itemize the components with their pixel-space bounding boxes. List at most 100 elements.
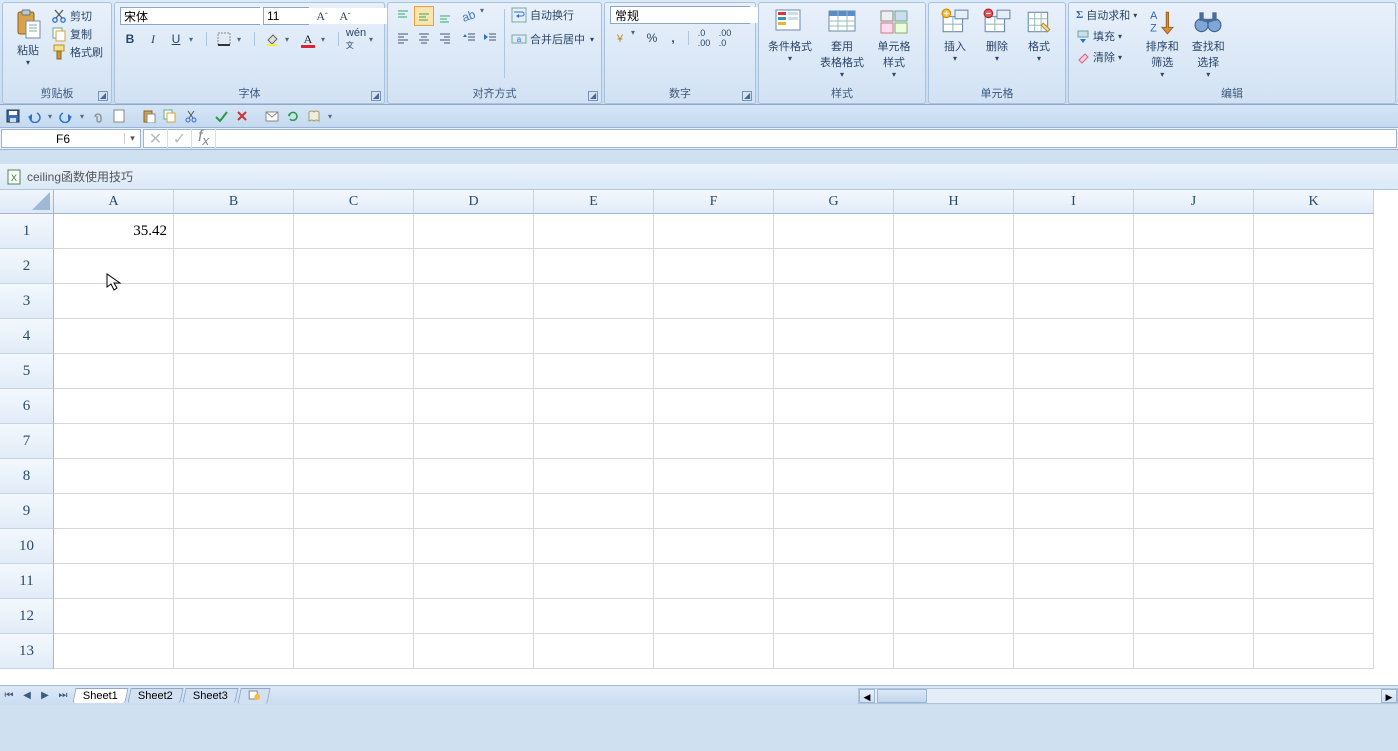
cell[interactable]	[174, 424, 294, 459]
row-header[interactable]: 9	[0, 494, 54, 529]
cell[interactable]	[1134, 564, 1254, 599]
cell[interactable]	[54, 389, 174, 424]
column-header[interactable]: E	[534, 190, 654, 214]
chevron-down-icon[interactable]: ▾	[124, 133, 140, 144]
row-header[interactable]: 5	[0, 354, 54, 389]
underline-dd[interactable]: ▾	[189, 35, 199, 44]
increase-font-button[interactable]: Aˆ	[312, 6, 332, 26]
decrease-indent-button[interactable]	[459, 28, 479, 48]
fill-color-button[interactable]	[262, 29, 282, 49]
qat-customize-dd[interactable]: ▾	[326, 107, 334, 125]
qat-check[interactable]	[212, 107, 230, 125]
fill-button[interactable]: 填充▾	[1074, 27, 1139, 45]
new-sheet-tab[interactable]	[237, 688, 270, 704]
qat-refresh[interactable]	[284, 107, 302, 125]
align-right-button[interactable]	[435, 28, 455, 48]
cell[interactable]	[1254, 354, 1374, 389]
insert-button[interactable]: 插入▾	[934, 6, 976, 65]
scroll-thumb[interactable]	[877, 689, 927, 703]
cell[interactable]	[534, 459, 654, 494]
scroll-right-arrow[interactable]: ▶	[1381, 689, 1397, 703]
cell[interactable]	[774, 529, 894, 564]
cell[interactable]	[774, 564, 894, 599]
cell[interactable]	[414, 319, 534, 354]
cell[interactable]	[1134, 354, 1254, 389]
cell[interactable]	[54, 529, 174, 564]
sort-filter-button[interactable]: AZ 排序和 筛选▾	[1139, 6, 1185, 81]
cell[interactable]	[174, 459, 294, 494]
sheet-tab[interactable]: Sheet1	[72, 688, 128, 703]
orientation-dd[interactable]: ▾	[480, 6, 490, 26]
cell[interactable]	[1014, 389, 1134, 424]
name-box[interactable]: F6▾	[1, 129, 141, 148]
wrap-text-button[interactable]: 自动换行	[509, 6, 596, 24]
cell[interactable]	[534, 214, 654, 249]
fx-button[interactable]: fx	[192, 128, 216, 148]
cell[interactable]	[174, 634, 294, 669]
cell[interactable]	[174, 389, 294, 424]
cell[interactable]	[894, 459, 1014, 494]
cell[interactable]	[894, 634, 1014, 669]
cell-styles-button[interactable]: 单元格 样式▾	[868, 6, 920, 81]
cell[interactable]	[534, 249, 654, 284]
cell[interactable]	[1254, 494, 1374, 529]
cell[interactable]	[1014, 634, 1134, 669]
cell[interactable]	[1134, 599, 1254, 634]
decrease-decimal-button[interactable]: .00.0	[715, 28, 735, 48]
cell[interactable]	[1014, 319, 1134, 354]
fill-color-dd[interactable]: ▾	[285, 35, 295, 44]
conditional-format-button[interactable]: 条件格式▾	[764, 6, 816, 65]
qat-book[interactable]	[305, 107, 323, 125]
number-format-combo[interactable]: ▾	[610, 6, 750, 24]
cell[interactable]	[54, 494, 174, 529]
cell[interactable]	[774, 494, 894, 529]
tab-nav-first[interactable]: ⏮	[0, 690, 18, 701]
cell[interactable]	[1014, 529, 1134, 564]
cell[interactable]	[894, 529, 1014, 564]
qat-paste[interactable]	[140, 107, 158, 125]
cell[interactable]	[774, 284, 894, 319]
column-header[interactable]: F	[654, 190, 774, 214]
cell[interactable]	[774, 634, 894, 669]
cell[interactable]	[414, 214, 534, 249]
currency-dd[interactable]: ▾	[631, 28, 641, 48]
format-painter-button[interactable]: 格式刷	[51, 44, 103, 60]
cell[interactable]	[534, 634, 654, 669]
cell[interactable]	[1254, 599, 1374, 634]
column-header[interactable]: B	[174, 190, 294, 214]
cell[interactable]	[1134, 214, 1254, 249]
cell[interactable]	[894, 319, 1014, 354]
cell[interactable]	[894, 494, 1014, 529]
cell[interactable]	[1134, 284, 1254, 319]
cell[interactable]	[1254, 249, 1374, 284]
sheet-tab[interactable]: Sheet2	[127, 688, 183, 703]
cell[interactable]	[654, 319, 774, 354]
cell[interactable]	[1014, 494, 1134, 529]
cell[interactable]	[54, 319, 174, 354]
cell[interactable]	[534, 389, 654, 424]
cell[interactable]	[774, 354, 894, 389]
cell[interactable]	[1134, 634, 1254, 669]
cell[interactable]	[1254, 424, 1374, 459]
cell[interactable]	[1254, 634, 1374, 669]
tab-nav-last[interactable]: ⏭	[54, 690, 72, 701]
orientation-button[interactable]: ab	[459, 6, 479, 26]
cell[interactable]	[894, 424, 1014, 459]
column-header[interactable]: D	[414, 190, 534, 214]
tab-nav-next[interactable]: ▶	[36, 690, 54, 701]
enter-formula[interactable]: ✓	[168, 129, 192, 149]
align-top-button[interactable]	[393, 6, 413, 26]
cell[interactable]	[174, 494, 294, 529]
merge-center-button[interactable]: a合并后居中▾	[509, 30, 596, 48]
column-header[interactable]: A	[54, 190, 174, 214]
qat-copy[interactable]	[161, 107, 179, 125]
qat-redo[interactable]	[57, 107, 75, 125]
cell[interactable]	[414, 634, 534, 669]
clear-button[interactable]: 清除▾	[1074, 48, 1139, 66]
cell[interactable]	[294, 389, 414, 424]
cell[interactable]	[534, 284, 654, 319]
cell[interactable]	[654, 249, 774, 284]
cell[interactable]	[534, 564, 654, 599]
cell[interactable]	[654, 284, 774, 319]
cell[interactable]	[414, 249, 534, 284]
